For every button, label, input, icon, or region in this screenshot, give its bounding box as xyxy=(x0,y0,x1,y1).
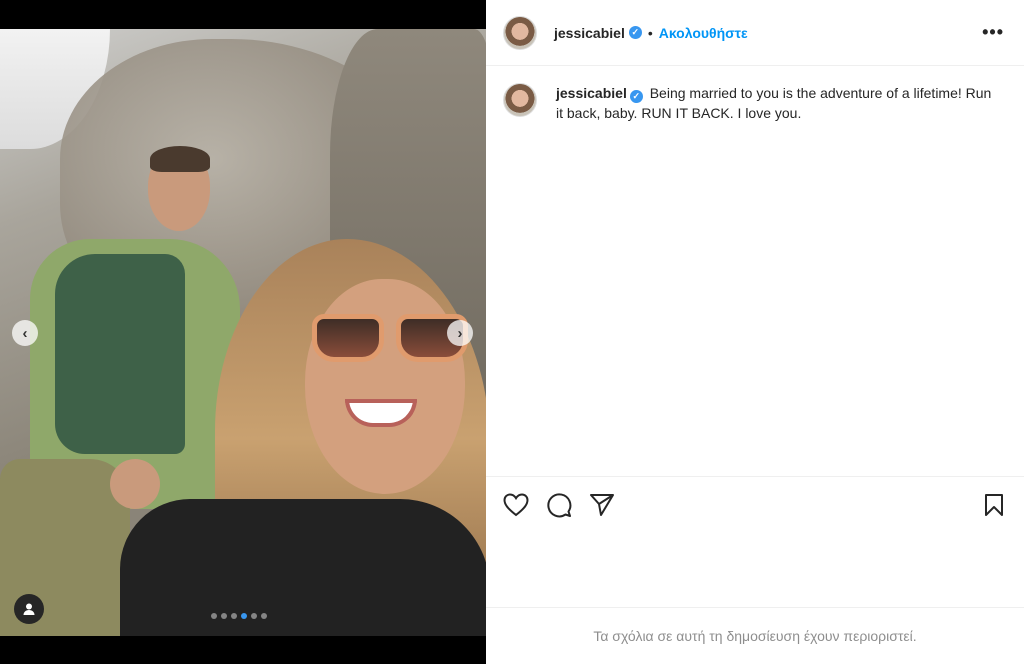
heart-icon xyxy=(503,492,529,516)
carousel-dot xyxy=(221,613,227,619)
share-button[interactable] xyxy=(588,491,616,519)
post-header: jessicabiel ✓ • Ακολουθήστε ••• xyxy=(486,0,1024,66)
verified-badge-icon: ✓ xyxy=(628,26,642,39)
sunglasses-left-lens xyxy=(312,314,384,362)
share-icon xyxy=(590,493,614,516)
carousel-prev-button[interactable]: ‹ xyxy=(12,320,38,346)
carousel-dot xyxy=(231,613,237,619)
avatar[interactable] xyxy=(503,15,537,50)
post-sidebar: jessicabiel ✓ • Ακολουθήστε ••• jessicab… xyxy=(486,0,1024,664)
username-link[interactable]: jessicabiel xyxy=(554,25,625,41)
woman-face xyxy=(305,279,465,494)
caption-text-block: jessicabiel ✓ Being married to you is the… xyxy=(556,83,996,123)
woman-jacket xyxy=(120,499,486,636)
more-icon[interactable]: ••• xyxy=(982,22,1004,43)
comment-button[interactable] xyxy=(545,491,573,519)
man-hair xyxy=(150,146,210,172)
action-bar xyxy=(486,476,1024,532)
carousel-dot xyxy=(251,613,257,619)
bookmark-icon xyxy=(985,493,1003,516)
carousel-dot xyxy=(261,613,267,619)
comment-icon xyxy=(547,492,572,517)
chevron-left-icon: ‹ xyxy=(22,324,28,342)
carousel-dot xyxy=(241,613,247,619)
man-hand xyxy=(110,459,160,509)
chevron-right-icon: › xyxy=(457,324,463,342)
verified-badge-icon: ✓ xyxy=(629,90,643,103)
carousel-next-button[interactable]: › xyxy=(447,320,473,346)
post-media: ‹ › xyxy=(0,0,486,664)
like-button[interactable] xyxy=(502,491,530,519)
caption-username-link[interactable]: jessicabiel xyxy=(556,85,627,101)
comments-restricted-notice: Τα σχόλια σε αυτή τη δημοσίευση έχουν πε… xyxy=(486,607,1024,664)
user-tags-button[interactable] xyxy=(14,594,44,624)
user-tag-icon xyxy=(23,603,35,615)
avatar[interactable] xyxy=(503,83,537,117)
caption-row: jessicabiel ✓ Being married to you is the… xyxy=(486,66,1024,123)
separator-dot: • xyxy=(647,24,653,41)
carousel-indicator xyxy=(211,613,267,619)
follow-button[interactable]: Ακολουθήστε xyxy=(659,25,748,41)
carousel-dot xyxy=(211,613,217,619)
post-photo[interactable] xyxy=(0,29,486,636)
man-vest xyxy=(55,254,185,454)
save-button[interactable] xyxy=(980,491,1008,519)
